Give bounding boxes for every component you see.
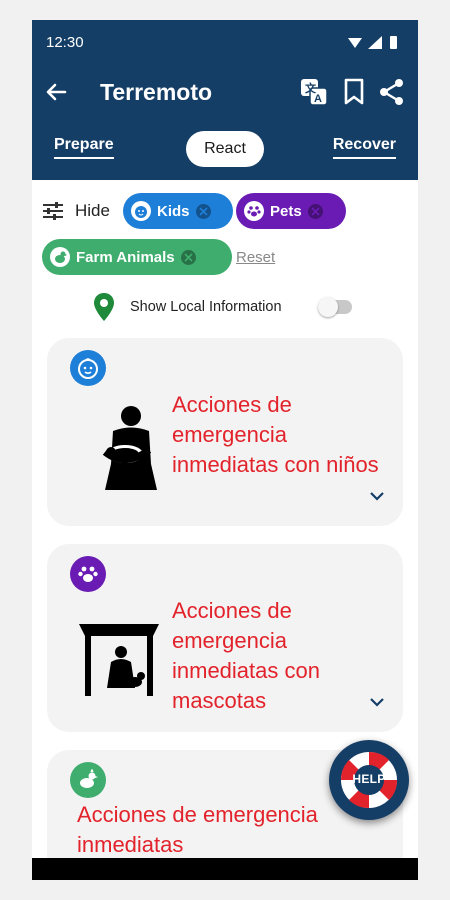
- tab-prepare[interactable]: Prepare: [54, 136, 114, 159]
- translate-icon: 文 A: [301, 79, 328, 106]
- card-kids[interactable]: Acciones de emergencia inmediatas con ni…: [47, 338, 403, 526]
- paw-icon: [70, 556, 106, 592]
- card-pets[interactable]: Acciones de emergencia inmediatas con ma…: [47, 544, 403, 732]
- reset-link[interactable]: Reset: [236, 249, 275, 266]
- person-under-table-with-pet-icon: [79, 624, 159, 696]
- baby-face-icon: [70, 350, 106, 386]
- tab-react[interactable]: React: [186, 131, 264, 167]
- paw-icon: [244, 201, 264, 221]
- system-nav-bar: [32, 858, 418, 880]
- status-icons: [348, 36, 397, 49]
- remove-chip-icon[interactable]: [195, 203, 211, 219]
- local-info-label: Show Local Information: [130, 299, 282, 315]
- bookmark-icon: [344, 78, 364, 105]
- app-header: 12:30 Terremoto 文 A Prepare React Recove…: [32, 20, 418, 180]
- phone-screen: 12:30 Terremoto 文 A Prepare React Recove…: [32, 20, 418, 880]
- tab-recover[interactable]: Recover: [332, 136, 397, 159]
- chip-label: Kids: [157, 202, 190, 220]
- share-icon: [380, 79, 403, 105]
- filter-chip-pets[interactable]: Pets: [236, 193, 346, 229]
- share-button[interactable]: [376, 76, 408, 108]
- card-title: Acciones de emergencia inmediatas con ma…: [172, 598, 320, 713]
- local-info-row: Show Local Information: [90, 290, 360, 324]
- translate-button[interactable]: 文 A: [298, 76, 330, 108]
- baby-face-icon: [131, 201, 151, 221]
- card-title: Acciones de emergencia inmediatas con ni…: [172, 392, 379, 477]
- hide-label: Hide: [75, 201, 110, 220]
- page-title: Terremoto: [100, 79, 213, 105]
- chevron-down-icon[interactable]: [369, 490, 385, 502]
- help-button[interactable]: HELP: [329, 740, 409, 820]
- remove-chip-icon[interactable]: [307, 203, 323, 219]
- back-button[interactable]: [40, 76, 72, 108]
- chevron-down-icon[interactable]: [369, 696, 385, 708]
- arrow-left-icon: [46, 83, 67, 101]
- bookmark-button[interactable]: [338, 76, 370, 108]
- help-label: HELP: [352, 772, 386, 786]
- status-time: 12:30: [46, 34, 84, 51]
- remove-chip-icon[interactable]: [180, 249, 196, 265]
- chicken-icon: [50, 247, 70, 267]
- location-pin-icon: [94, 293, 114, 321]
- sliders-icon[interactable]: [42, 201, 64, 221]
- filter-chip-kids[interactable]: Kids: [123, 193, 233, 229]
- chip-label: Pets: [270, 202, 302, 220]
- filter-row: Hide Kids Pets: [42, 193, 412, 229]
- svg-text:A: A: [314, 93, 322, 105]
- chicken-icon: [70, 762, 106, 798]
- lifebuoy-icon: HELP: [337, 748, 401, 812]
- chip-label: Farm Animals: [76, 248, 175, 266]
- filter-chip-farm-animals[interactable]: Farm Animals: [42, 239, 232, 275]
- person-holding-baby-icon: [102, 406, 157, 490]
- local-info-toggle[interactable]: [318, 297, 352, 317]
